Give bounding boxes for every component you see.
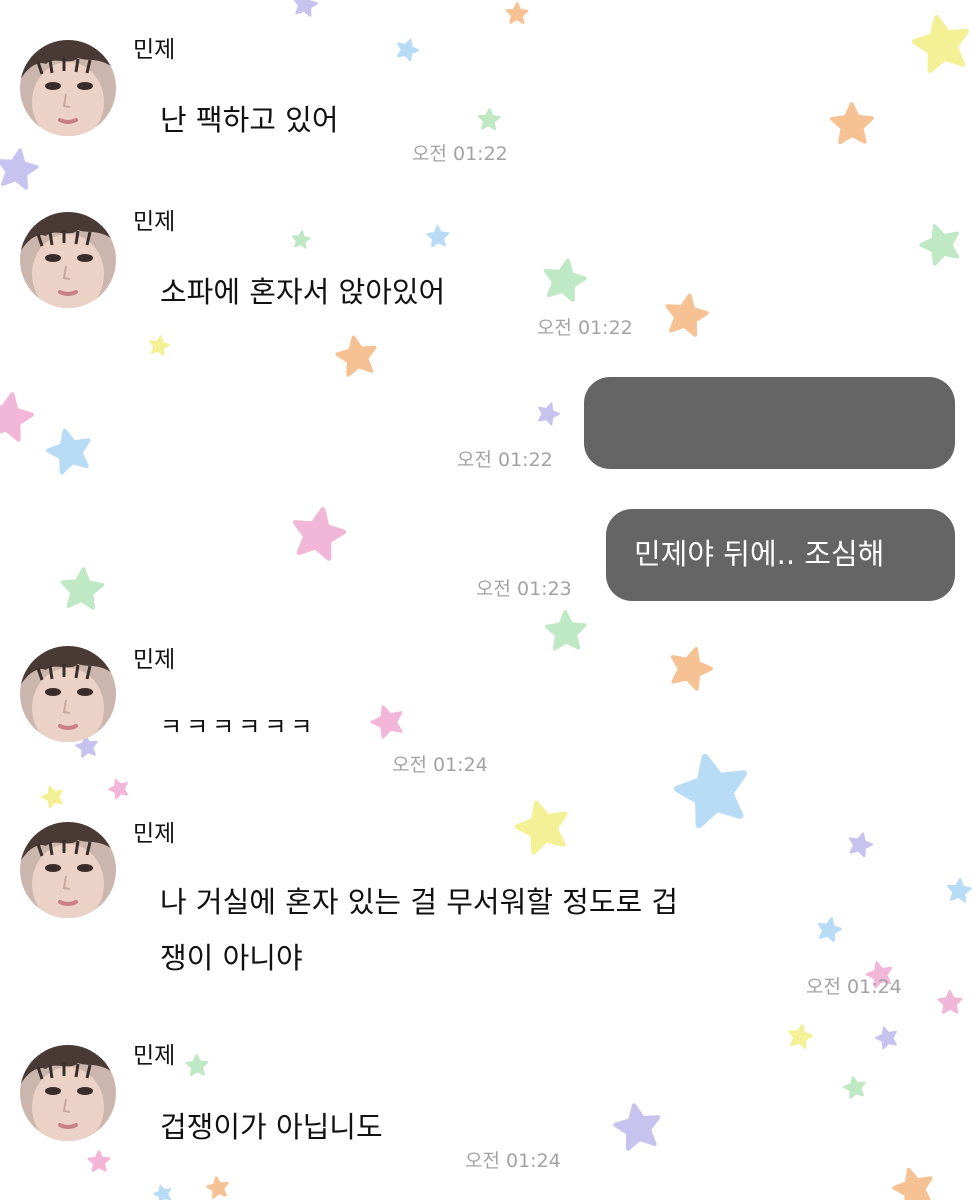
- star-decoration: [848, 832, 874, 858]
- star-decoration: [153, 1184, 172, 1200]
- star-decoration: [670, 647, 713, 691]
- message-text[interactable]: 겁쟁이가 아닙니도: [160, 1103, 383, 1151]
- message-text[interactable]: 소파에 혼자서 앉아있어: [160, 268, 445, 316]
- star-decoration: [293, 0, 318, 17]
- star-decoration: [40, 785, 63, 809]
- avatar-photo: [20, 40, 116, 136]
- avatar[interactable]: [20, 646, 116, 742]
- star-decoration: [613, 1103, 661, 1151]
- star-decoration: [538, 402, 561, 426]
- message-text: 민제야 뒤에.. 조심해: [634, 537, 885, 571]
- message-timestamp: 오전 01:22: [537, 317, 633, 339]
- sender-name: 민제: [133, 37, 176, 63]
- avatar[interactable]: [20, 212, 116, 308]
- sender-name: 민제: [133, 209, 176, 235]
- star-decoration: [477, 108, 501, 131]
- star-decoration: [829, 102, 874, 145]
- message-timestamp: 오전 01:24: [806, 976, 902, 998]
- avatar-photo: [20, 1045, 116, 1141]
- sent-message-bubble[interactable]: 민제야 뒤에.. 조심해: [606, 509, 955, 601]
- star-decoration: [291, 230, 311, 249]
- star-decoration: [0, 392, 34, 442]
- star-decoration: [396, 38, 420, 62]
- star-decoration: [185, 1054, 209, 1077]
- star-decoration: [665, 293, 709, 337]
- star-decoration: [543, 258, 587, 302]
- message-timestamp: 오전 01:22: [457, 449, 553, 471]
- star-decoration: [919, 224, 960, 266]
- star-decoration: [673, 753, 748, 829]
- star-decoration: [149, 335, 170, 356]
- avatar-photo: [20, 212, 116, 308]
- sender-name: 민제: [133, 821, 176, 847]
- star-decoration: [514, 800, 568, 855]
- avatar-photo: [20, 646, 116, 742]
- message-text-line-1[interactable]: 나 거실에 혼자 있는 걸 무서워할 정도로 겁: [160, 878, 678, 926]
- message-timestamp: 오전 01:24: [465, 1150, 561, 1172]
- star-decoration: [292, 507, 347, 561]
- star-decoration: [108, 778, 129, 800]
- sent-message-bubble-redacted[interactable]: [584, 377, 955, 469]
- message-text-line-2[interactable]: 쟁이 아니야: [160, 934, 303, 982]
- star-decoration: [788, 1024, 813, 1049]
- star-decoration: [911, 14, 969, 73]
- star-decoration: [937, 989, 963, 1014]
- star-decoration: [874, 1026, 898, 1050]
- star-decoration: [544, 610, 587, 651]
- message-timestamp: 오전 01:24: [392, 754, 488, 776]
- star-decoration: [87, 1150, 111, 1173]
- sender-name: 민제: [133, 1043, 176, 1069]
- star-decoration: [426, 225, 450, 248]
- star-decoration: [892, 1167, 933, 1200]
- message-text[interactable]: ㅋㅋㅋㅋㅋㅋ: [160, 703, 316, 751]
- star-decoration: [946, 877, 972, 903]
- star-decoration: [505, 2, 529, 25]
- avatar[interactable]: [20, 822, 116, 918]
- message-timestamp: 오전 01:22: [412, 143, 508, 165]
- avatar[interactable]: [20, 40, 116, 136]
- star-decoration: [817, 917, 843, 943]
- avatar[interactable]: [20, 1045, 116, 1141]
- star-decoration: [843, 1076, 866, 1099]
- star-decoration: [370, 705, 403, 739]
- sender-name: 민제: [133, 647, 176, 673]
- avatar-photo: [20, 822, 116, 918]
- star-decoration: [335, 335, 377, 377]
- star-decoration: [0, 148, 39, 190]
- star-decoration: [46, 428, 91, 475]
- star-decoration: [60, 567, 105, 610]
- message-timestamp: 오전 01:23: [476, 578, 572, 600]
- message-text[interactable]: 난 팩하고 있어: [160, 96, 339, 144]
- star-decoration: [206, 1176, 229, 1199]
